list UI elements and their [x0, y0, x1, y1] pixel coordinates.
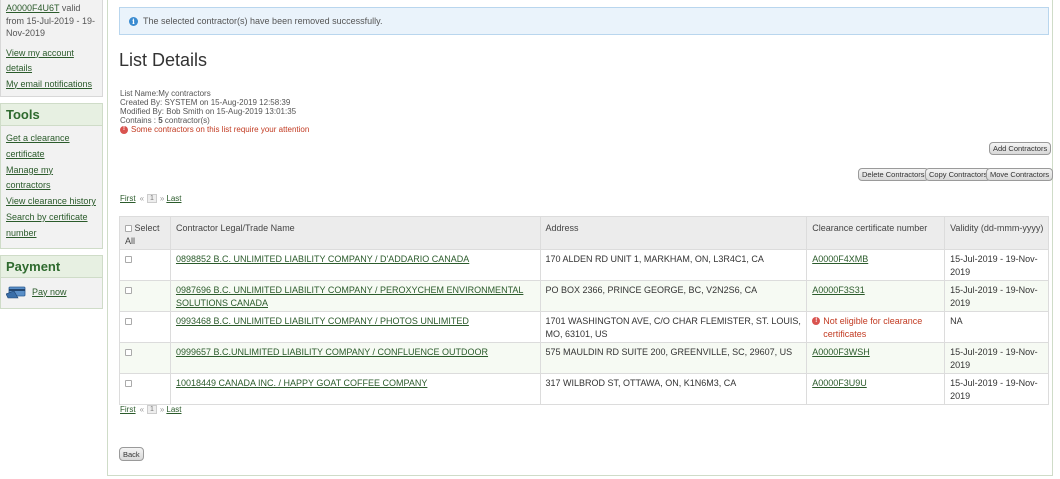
- tools-panel-title: Tools: [1, 104, 102, 126]
- pager-bottom: First « 1 » Last: [120, 405, 182, 414]
- pager-top: First « 1 » Last: [120, 194, 182, 203]
- payment-panel-title: Payment: [1, 255, 102, 278]
- account-summary: A0000F4U6T valid from 15-Jul-2019 - 19-N…: [0, 0, 103, 97]
- view-account-details-link[interactable]: View my account details: [6, 46, 97, 77]
- address-cell: 575 MAULDIN RD SUITE 200, GREENVILLE, SC…: [539, 342, 808, 374]
- validity-cell: 15-Jul-2019 - 19-Nov-2019: [944, 342, 1049, 374]
- current-certificate-link[interactable]: A0000F4U6T: [6, 3, 59, 13]
- certificate-link[interactable]: A0000F4XMB: [812, 254, 868, 264]
- pay-now-link[interactable]: Pay now: [32, 285, 67, 301]
- table-row: 0987696 B.C. UNLIMITED LIABILITY COMPANY…: [119, 280, 1049, 312]
- name-header: Contractor Legal/Trade Name: [169, 216, 541, 250]
- copy-contractors-button[interactable]: Copy Contractors: [925, 168, 992, 181]
- main-content: i The selected contractor(s) have been r…: [107, 0, 1060, 479]
- contractor-name-link[interactable]: 10018449 CANADA INC. / HAPPY GOAT COFFEE…: [176, 378, 427, 388]
- row-checkbox[interactable]: [125, 349, 132, 357]
- address-cell: 1701 WASHINGTON AVE, C/O CHAR FLEMISTER,…: [539, 311, 808, 343]
- email-notifications-link[interactable]: My email notifications: [6, 77, 97, 93]
- alert-message: The selected contractor(s) have been rem…: [143, 16, 383, 26]
- pager-first-link[interactable]: First: [120, 194, 136, 203]
- contractor-name-link[interactable]: 0987696 B.C. UNLIMITED LIABILITY COMPANY…: [176, 285, 523, 308]
- pager-last-link[interactable]: Last: [166, 194, 181, 203]
- move-contractors-button[interactable]: Move Contractors: [986, 168, 1054, 181]
- pager-first-link[interactable]: First: [120, 405, 136, 414]
- contractor-name-link[interactable]: 0993468 B.C. UNLIMITED LIABILITY COMPANY…: [176, 316, 469, 326]
- search-by-certificate-link[interactable]: Search by certificate number: [6, 210, 97, 242]
- table-row: 0999657 B.C.UNLIMITED LIABILITY COMPANY …: [119, 342, 1049, 374]
- info-icon: i: [129, 16, 138, 26]
- error-icon: !: [812, 317, 821, 325]
- tools-panel: Tools Get a clearance certificate Manage…: [0, 103, 103, 249]
- certificate-link[interactable]: A0000F3U9U: [812, 378, 867, 388]
- table-header-row: Select All Contractor Legal/Trade Name A…: [119, 216, 1049, 250]
- address-cell: PO BOX 2366, PRINCE GEORGE, BC, V2N2S6, …: [539, 280, 808, 312]
- contractor-count: Contains : 5 contractor(s): [120, 116, 210, 125]
- validity-header: Validity (dd-mmm-yyyy): [944, 216, 1049, 250]
- error-icon: !: [120, 125, 128, 134]
- payment-card-icon[interactable]: [6, 286, 26, 299]
- modified-by: Modified By: Bob Smith on 15-Aug-2019 13…: [120, 107, 297, 116]
- select-all-header[interactable]: Select All: [119, 216, 171, 250]
- list-metadata: List Name:My contractors Created By: SYS…: [120, 89, 309, 134]
- validity-cell: NA: [944, 311, 1049, 343]
- address-cell: 170 ALDEN RD UNIT 1, MARKHAM, ON, L3R4C1…: [539, 249, 808, 281]
- table-row: 0993468 B.C. UNLIMITED LIABILITY COMPANY…: [119, 311, 1049, 343]
- manage-contractors-link[interactable]: Manage my contractors: [6, 163, 97, 195]
- table-row: 0898852 B.C. UNLIMITED LIABILITY COMPANY…: [119, 249, 1049, 281]
- pager-current-page[interactable]: 1: [147, 405, 157, 414]
- certificate-link[interactable]: A0000F3WSH: [812, 347, 870, 357]
- delete-contractors-button[interactable]: Delete Contractors: [858, 168, 929, 181]
- sidebar: A0000F4U6T valid from 15-Jul-2019 - 19-N…: [0, 0, 103, 479]
- created-by: Created By: SYSTEM on 15-Aug-2019 12:58:…: [120, 98, 291, 107]
- address-cell: 317 WILBROD ST, OTTAWA, ON, K1N6M3, CA: [539, 373, 808, 405]
- validity-cell: 15-Jul-2019 - 19-Nov-2019: [944, 249, 1049, 281]
- success-alert: i The selected contractor(s) have been r…: [119, 7, 1049, 35]
- get-clearance-certificate-link[interactable]: Get a clearance certificate: [6, 131, 97, 163]
- certificate-link[interactable]: A0000F3S31: [812, 285, 865, 295]
- address-header: Address: [539, 216, 808, 250]
- list-name: List Name:My contractors: [120, 89, 211, 98]
- content-panel: i The selected contractor(s) have been r…: [107, 0, 1054, 476]
- certificate-header: Clearance certificate number: [806, 216, 946, 250]
- row-checkbox[interactable]: [125, 287, 132, 295]
- current-certificate: A0000F4U6T valid from 15-Jul-2019 - 19-N…: [6, 3, 96, 38]
- contractor-name-link[interactable]: 0999657 B.C.UNLIMITED LIABILITY COMPANY …: [176, 347, 488, 357]
- row-checkbox[interactable]: [125, 318, 132, 326]
- pager-current-page[interactable]: 1: [147, 194, 157, 203]
- not-eligible-status: ! Not eligible for clearance certificates: [812, 315, 940, 340]
- add-contractors-button[interactable]: Add Contractors: [989, 142, 1052, 155]
- attention-warning: ! Some contractors on this list require …: [120, 125, 309, 134]
- view-clearance-history-link[interactable]: View clearance history: [6, 194, 97, 210]
- row-checkbox[interactable]: [125, 256, 132, 264]
- contractor-name-link[interactable]: 0898852 B.C. UNLIMITED LIABILITY COMPANY…: [176, 254, 469, 264]
- back-button[interactable]: Back: [119, 447, 144, 461]
- table-row: 10018449 CANADA INC. / HAPPY GOAT COFFEE…: [119, 373, 1049, 405]
- validity-cell: 15-Jul-2019 - 19-Nov-2019: [944, 280, 1049, 312]
- row-checkbox[interactable]: [125, 380, 132, 388]
- select-all-checkbox[interactable]: [125, 225, 132, 233]
- validity-cell: 15-Jul-2019 - 19-Nov-2019: [944, 373, 1049, 405]
- pager-last-link[interactable]: Last: [166, 405, 181, 414]
- contractors-table: Select All Contractor Legal/Trade Name A…: [119, 216, 1049, 405]
- page-title: List Details: [119, 50, 208, 70]
- payment-panel: Payment Pay now: [0, 254, 103, 310]
